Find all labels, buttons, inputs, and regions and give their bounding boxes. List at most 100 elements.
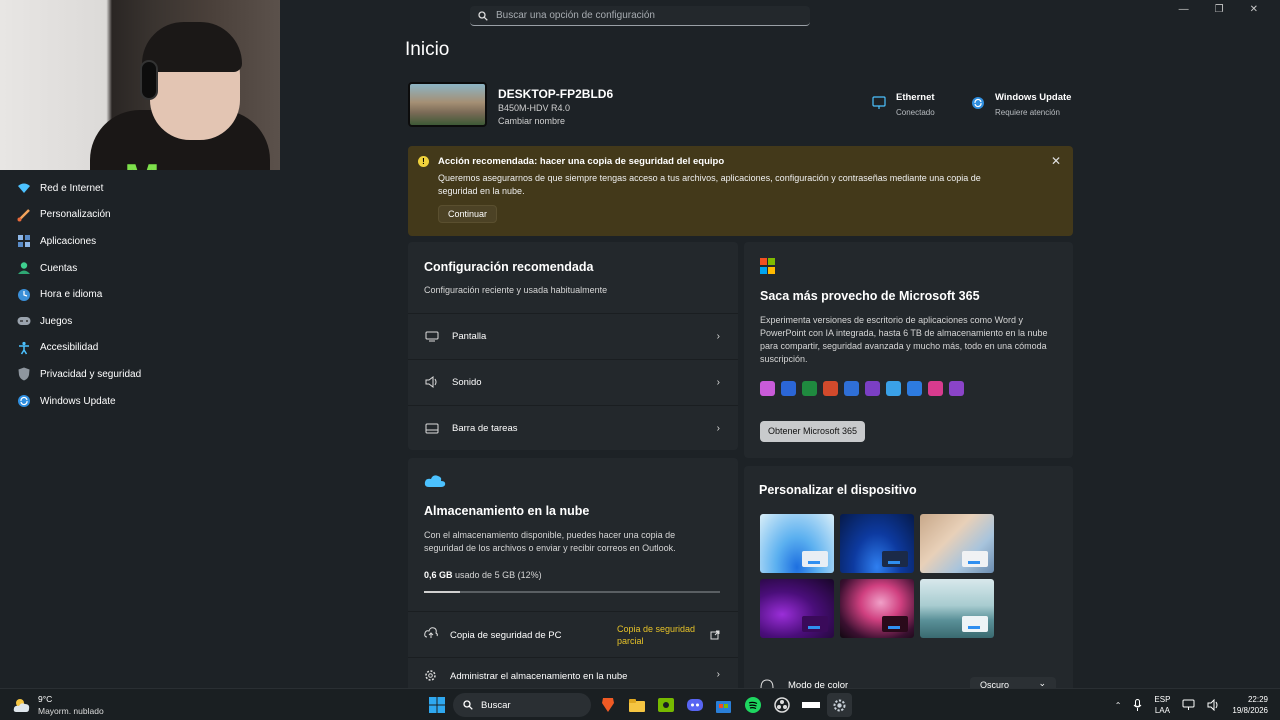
- banner-body: Queremos asegurarnos de que siempre teng…: [438, 173, 981, 196]
- speaker-icon: [424, 376, 440, 388]
- sidebar-item-label: Accesibilidad: [40, 342, 99, 354]
- m365-app-icon: [886, 381, 901, 396]
- sidebar-item-label: Red e Internet: [40, 182, 104, 194]
- taskbar-search[interactable]: Buscar: [453, 693, 591, 717]
- sync-icon: [16, 393, 32, 409]
- pc-backup-row[interactable]: Copia de seguridad de PC Copia de seguri…: [408, 611, 738, 657]
- sidebar-item-gaming[interactable]: Juegos: [0, 308, 280, 335]
- spotify-icon[interactable]: [740, 693, 765, 717]
- windows-update-subtitle: Requiere atención: [995, 108, 1060, 117]
- wallpaper-theme-4[interactable]: [760, 579, 834, 638]
- chevron-down-icon: ⌄: [1038, 678, 1046, 688]
- m365-app-icon: [802, 381, 817, 396]
- m365-app-icon: [844, 381, 859, 396]
- palette-icon: [760, 679, 774, 688]
- m365-body: Experimenta versiones de escritorio de a…: [760, 315, 1048, 364]
- search-input[interactable]: [496, 10, 796, 21]
- sidebar-item-privacy[interactable]: Privacidad y seguridad: [0, 361, 280, 388]
- nvidia-icon[interactable]: [653, 693, 678, 717]
- sidebar-item-time-language[interactable]: Hora e idioma: [0, 281, 280, 308]
- monitor-icon: [424, 331, 440, 342]
- volume-icon[interactable]: [1207, 699, 1220, 711]
- obs-icon[interactable]: [769, 693, 794, 717]
- chevron-right-icon: ›: [716, 330, 720, 342]
- window-controls: — ❐ ✕: [1179, 4, 1258, 15]
- cloud-usage-bar: [424, 591, 720, 593]
- clock[interactable]: 22:29 19/8/2026: [1232, 694, 1268, 716]
- theme-preview-window: [882, 551, 908, 567]
- windows-update-status[interactable]: Windows Update Requiere atención: [971, 92, 1071, 117]
- minimize-icon[interactable]: —: [1179, 4, 1189, 15]
- close-window-icon[interactable]: ✕: [1250, 4, 1258, 15]
- settings-search-box[interactable]: [470, 6, 810, 26]
- recommended-row-display[interactable]: Pantalla ›: [408, 313, 738, 358]
- sidebar-item-apps[interactable]: Aplicaciones: [0, 228, 280, 255]
- recommended-row-sound[interactable]: Sonido ›: [408, 359, 738, 404]
- close-icon[interactable]: ✕: [1051, 154, 1061, 168]
- settings-app-icon[interactable]: [827, 693, 852, 717]
- recommended-row-taskbar[interactable]: Barra de tareas ›: [408, 405, 738, 450]
- sidebar-item-accessibility[interactable]: Accesibilidad: [0, 335, 280, 362]
- device-model: B450M-HDV R4.0: [498, 103, 571, 113]
- ethernet-status[interactable]: Ethernet Conectado: [872, 92, 935, 117]
- discord-icon[interactable]: [682, 693, 707, 717]
- brave-browser-icon[interactable]: [595, 693, 620, 717]
- recommended-subtitle: Configuración reciente y usada habitualm…: [424, 285, 608, 295]
- start-icon[interactable]: [424, 693, 449, 717]
- network-icon[interactable]: [1182, 699, 1195, 711]
- ethernet-subtitle: Conectado: [896, 108, 935, 117]
- language-indicator[interactable]: ESP LAA: [1154, 694, 1170, 716]
- file-explorer-icon[interactable]: [624, 693, 649, 717]
- cloud-body: Con el almacenamiento disponible, puedes…: [424, 530, 676, 553]
- cloud-upload-icon: [424, 627, 438, 638]
- wallpaper-theme-2[interactable]: [840, 514, 914, 573]
- app-logo-icon[interactable]: [798, 693, 823, 717]
- color-mode-dropdown[interactable]: Oscuro ⌄: [970, 677, 1056, 688]
- color-mode-label: Modo de color: [788, 680, 849, 688]
- m365-app-icon: [907, 381, 922, 396]
- clock-date: 19/8/2026: [1232, 706, 1268, 715]
- chevron-up-icon[interactable]: ⌃: [1115, 701, 1122, 710]
- continue-button[interactable]: Continuar: [438, 205, 498, 223]
- sidebar-item-accounts[interactable]: Cuentas: [0, 255, 280, 282]
- chevron-right-icon: ›: [716, 376, 720, 388]
- sidebar-item-label: Cuentas: [40, 262, 78, 274]
- sidebar-item-windows-update[interactable]: Windows Update: [0, 388, 280, 415]
- sidebar-item-label: Personalización: [40, 209, 111, 221]
- wallpaper-theme-3[interactable]: [920, 514, 994, 573]
- rename-device-link[interactable]: Cambiar nombre: [498, 116, 565, 126]
- warning-icon: !: [418, 156, 429, 167]
- wallpaper-theme-5[interactable]: [840, 579, 914, 638]
- microphone-icon[interactable]: [1133, 698, 1142, 712]
- headset-icon: [140, 60, 158, 100]
- theme-preview-window: [802, 616, 828, 632]
- wallpaper-theme-6[interactable]: [920, 579, 994, 638]
- manage-cloud-label: Administrar el almacenamiento en la nube: [450, 671, 628, 682]
- cloud-used-amount: 0,6 GB: [424, 570, 453, 580]
- get-m365-button[interactable]: Obtener Microsoft 365: [760, 421, 866, 442]
- microsoft-store-icon[interactable]: [711, 693, 736, 717]
- wallpaper-theme-1[interactable]: [760, 514, 834, 573]
- m365-app-icon: [781, 381, 796, 396]
- chevron-right-icon: ›: [716, 422, 720, 434]
- sidebar-item-label: Hora e idioma: [40, 289, 103, 301]
- weather-widget[interactable]: 9°C Mayorm. nublado: [12, 694, 104, 716]
- language-code: ESP: [1154, 695, 1171, 704]
- cloud-usage: 0,6 GB usado de 5 GB (12%): [424, 570, 542, 580]
- microsoft-logo-icon: [760, 258, 776, 274]
- sidebar-item-network[interactable]: Red e Internet: [0, 175, 280, 202]
- apps-icon: [16, 233, 32, 249]
- maximize-icon[interactable]: ❐: [1215, 4, 1224, 15]
- color-mode-value: Oscuro: [980, 680, 1010, 688]
- m365-app-icon: [823, 381, 838, 396]
- webcam-overlay: M: [0, 0, 280, 170]
- sidebar-item-personalization[interactable]: Personalización: [0, 202, 280, 229]
- taskbar-search-label: Buscar: [481, 699, 511, 711]
- manage-cloud-storage-row[interactable]: Administrar el almacenamiento en la nube…: [408, 657, 738, 688]
- sync-icon: [972, 97, 984, 109]
- settings-window: M — ❐ ✕ Inicio Red e Internet Personaliz…: [0, 0, 1280, 688]
- cloud-icon: [424, 475, 446, 487]
- backup-recommendation-banner: ! Acción recomendada: hacer una copia de…: [408, 146, 1073, 236]
- external-link-icon: [710, 630, 720, 640]
- device-wallpaper-thumbnail[interactable]: [408, 82, 487, 127]
